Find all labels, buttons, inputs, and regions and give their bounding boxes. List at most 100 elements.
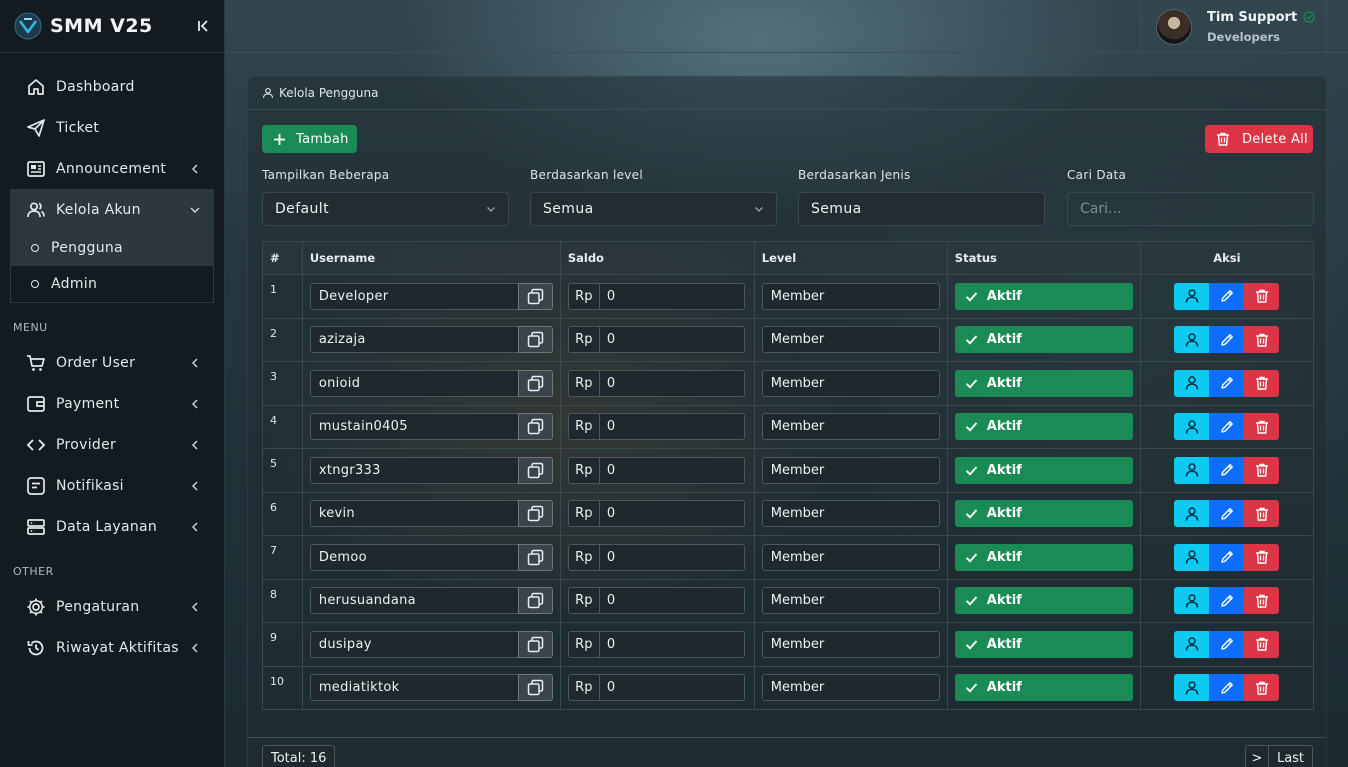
filter-level-select[interactable]: Semua — [530, 192, 777, 226]
filter-type-select[interactable]: Semua — [798, 192, 1045, 226]
saldo-field[interactable]: 0 — [599, 674, 745, 702]
edit-user-button[interactable] — [1209, 543, 1245, 571]
delete-user-button[interactable] — [1244, 456, 1280, 484]
level-field[interactable]: Member — [761, 543, 940, 571]
sidebar-item-order-user[interactable]: Order User — [0, 342, 224, 383]
username-field[interactable]: Demoo — [309, 543, 518, 571]
level-field[interactable]: Member — [761, 674, 940, 702]
sidebar-item-notifikasi[interactable]: Notifikasi — [0, 465, 224, 506]
edit-user-button[interactable] — [1209, 369, 1245, 397]
saldo-field[interactable]: 0 — [599, 326, 745, 354]
copy-username-button[interactable] — [517, 543, 553, 571]
sidebar-item-provider[interactable]: Provider — [0, 424, 224, 465]
delete-user-button[interactable] — [1244, 587, 1280, 615]
level-field[interactable]: Member — [761, 413, 940, 441]
sidebar-item-payment[interactable]: Payment — [0, 383, 224, 424]
level-field[interactable]: Member — [761, 326, 940, 354]
edit-user-button[interactable] — [1209, 456, 1245, 484]
copy-username-button[interactable] — [517, 630, 553, 658]
sidebar-item-kelola-akun[interactable]: Kelola Akun — [10, 189, 214, 230]
sidebar-item-pengaturan[interactable]: Pengaturan — [0, 586, 224, 627]
edit-user-button[interactable] — [1209, 587, 1245, 615]
saldo-field[interactable]: 0 — [599, 587, 745, 615]
level-field[interactable]: Member — [761, 500, 940, 528]
sidebar-item-riwayat-aktifitas[interactable]: Riwayat Aktifitas — [0, 627, 224, 668]
sidebar-item-dashboard[interactable]: Dashboard — [0, 66, 224, 107]
last-page-button[interactable]: Last — [1269, 745, 1313, 767]
delete-user-button[interactable] — [1244, 543, 1280, 571]
sidebar-item-ticket[interactable]: Ticket — [0, 107, 224, 148]
copy-username-button[interactable] — [517, 500, 553, 528]
username-field[interactable]: onioid — [309, 369, 518, 397]
sidebar-subitem-admin[interactable]: Admin — [11, 266, 213, 302]
username-field[interactable]: mediatiktok — [309, 674, 518, 702]
copy-username-button[interactable] — [517, 326, 553, 354]
delete-user-button[interactable] — [1244, 674, 1280, 702]
copy-username-button[interactable] — [517, 369, 553, 397]
edit-user-button[interactable] — [1209, 630, 1245, 658]
copy-username-button[interactable] — [517, 587, 553, 615]
status-toggle-button[interactable]: Aktif — [954, 282, 1133, 310]
delete-user-button[interactable] — [1244, 369, 1280, 397]
user-menu[interactable]: Tim Support Developers — [1140, 0, 1327, 53]
saldo-field[interactable]: 0 — [599, 282, 745, 310]
copy-username-button[interactable] — [517, 674, 553, 702]
username-field[interactable]: kevin — [309, 500, 518, 528]
view-user-button[interactable] — [1174, 587, 1210, 615]
delete-user-button[interactable] — [1244, 500, 1280, 528]
collapse-sidebar-icon[interactable] — [196, 19, 210, 33]
level-field[interactable]: Member — [761, 630, 940, 658]
sidebar-item-data-layanan[interactable]: Data Layanan — [0, 506, 224, 547]
status-toggle-button[interactable]: Aktif — [954, 587, 1133, 615]
copy-username-button[interactable] — [517, 413, 553, 441]
view-user-button[interactable] — [1174, 413, 1210, 441]
next-page-button[interactable]: > — [1245, 745, 1269, 767]
username-field[interactable]: dusipay — [309, 630, 518, 658]
saldo-field[interactable]: 0 — [599, 456, 745, 484]
status-toggle-button[interactable]: Aktif — [954, 500, 1133, 528]
delete-user-button[interactable] — [1244, 630, 1280, 658]
copy-username-button[interactable] — [517, 282, 553, 310]
saldo-field[interactable]: 0 — [599, 413, 745, 441]
edit-user-button[interactable] — [1209, 413, 1245, 441]
username-field[interactable]: xtngr333 — [309, 456, 518, 484]
saldo-field[interactable]: 0 — [599, 369, 745, 397]
delete-user-button[interactable] — [1244, 326, 1280, 354]
status-toggle-button[interactable]: Aktif — [954, 674, 1133, 702]
status-toggle-button[interactable]: Aktif — [954, 456, 1133, 484]
status-toggle-button[interactable]: Aktif — [954, 369, 1133, 397]
delete-all-button[interactable]: Delete All — [1205, 125, 1313, 153]
saldo-field[interactable]: 0 — [599, 630, 745, 658]
view-user-button[interactable] — [1174, 326, 1210, 354]
sidebar-item-announcement[interactable]: Announcement — [0, 148, 224, 189]
saldo-field[interactable]: 0 — [599, 500, 745, 528]
view-user-button[interactable] — [1174, 282, 1210, 310]
view-user-button[interactable] — [1174, 500, 1210, 528]
saldo-field[interactable]: 0 — [599, 543, 745, 571]
delete-user-button[interactable] — [1244, 282, 1280, 310]
status-toggle-button[interactable]: Aktif — [954, 543, 1133, 571]
search-input[interactable] — [1080, 201, 1301, 217]
filter-show-select[interactable]: Default — [262, 192, 509, 226]
username-field[interactable]: azizaja — [309, 326, 518, 354]
add-user-button[interactable]: Tambah — [262, 125, 357, 153]
level-field[interactable]: Member — [761, 369, 940, 397]
level-field[interactable]: Member — [761, 456, 940, 484]
username-field[interactable]: Developer — [309, 282, 518, 310]
edit-user-button[interactable] — [1209, 326, 1245, 354]
view-user-button[interactable] — [1174, 630, 1210, 658]
sidebar-subitem-pengguna[interactable]: Pengguna — [11, 230, 213, 266]
username-field[interactable]: herusuandana — [309, 587, 518, 615]
level-field[interactable]: Member — [761, 587, 940, 615]
view-user-button[interactable] — [1174, 456, 1210, 484]
edit-user-button[interactable] — [1209, 282, 1245, 310]
level-field[interactable]: Member — [761, 282, 940, 310]
status-toggle-button[interactable]: Aktif — [954, 326, 1133, 354]
copy-username-button[interactable] — [517, 456, 553, 484]
status-toggle-button[interactable]: Aktif — [954, 413, 1133, 441]
edit-user-button[interactable] — [1209, 674, 1245, 702]
edit-user-button[interactable] — [1209, 500, 1245, 528]
view-user-button[interactable] — [1174, 543, 1210, 571]
view-user-button[interactable] — [1174, 369, 1210, 397]
delete-user-button[interactable] — [1244, 413, 1280, 441]
